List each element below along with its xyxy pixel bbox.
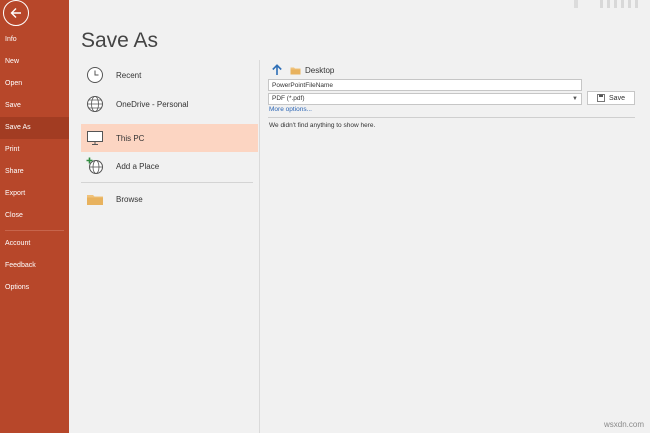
arrow-left-icon xyxy=(10,8,21,18)
page-title: Save As xyxy=(81,29,159,52)
nav-item-options[interactable]: Options xyxy=(0,277,69,299)
nav-item-save[interactable]: Save xyxy=(0,95,69,117)
folder-icon xyxy=(85,189,105,209)
nav-divider xyxy=(5,230,64,231)
location-browse[interactable]: Browse xyxy=(81,185,258,213)
clock-icon xyxy=(85,65,105,85)
location-recent[interactable]: Recent xyxy=(81,61,258,89)
pane-divider xyxy=(259,60,260,433)
save-button[interactable]: Save xyxy=(587,91,635,105)
nav-item-account[interactable]: Account xyxy=(0,233,69,255)
location-label: This PC xyxy=(116,133,145,143)
breadcrumb-desktop[interactable]: Desktop xyxy=(305,66,334,75)
nav-item-save-as[interactable]: Save As xyxy=(0,117,69,139)
more-options-link[interactable]: More options... xyxy=(269,106,312,113)
location-onedrive[interactable]: OneDrive - Personal xyxy=(81,90,258,118)
nav-item-export[interactable]: Export xyxy=(0,183,69,205)
location-label: OneDrive - Personal xyxy=(116,99,189,109)
window-decoration xyxy=(600,0,638,8)
nav-item-feedback[interactable]: Feedback xyxy=(0,255,69,277)
location-label: Add a Place xyxy=(116,161,160,171)
up-arrow-icon[interactable] xyxy=(270,63,284,77)
save-button-label: Save xyxy=(609,94,625,102)
floppy-disk-icon xyxy=(597,94,605,102)
filetype-value: PDF (*.pdf) xyxy=(272,95,305,102)
globe-icon xyxy=(85,94,105,114)
filename-input[interactable] xyxy=(268,79,582,91)
window-decoration xyxy=(574,0,578,8)
locations-divider xyxy=(81,182,253,183)
backstage-sidebar: Info New Open Save Save As Print Share E… xyxy=(0,0,69,433)
nav-item-info[interactable]: Info xyxy=(0,29,69,51)
file-list-rule xyxy=(268,117,635,118)
nav-item-new[interactable]: New xyxy=(0,51,69,73)
folder-icon xyxy=(290,67,301,75)
filetype-select[interactable]: PDF (*.pdf) ▼ xyxy=(268,93,582,105)
nav-item-print[interactable]: Print xyxy=(0,139,69,161)
nav-item-share[interactable]: Share xyxy=(0,161,69,183)
empty-file-list-message: We didn't find anything to show here. xyxy=(269,122,376,129)
chevron-down-icon: ▼ xyxy=(572,96,578,102)
nav-item-close[interactable]: Close xyxy=(0,205,69,227)
nav-item-open[interactable]: Open xyxy=(0,73,69,95)
watermark: wsxdn.com xyxy=(603,420,644,429)
location-label: Recent xyxy=(116,70,142,80)
location-add-place[interactable]: Add a Place xyxy=(81,152,258,180)
location-this-pc[interactable]: This PC xyxy=(81,124,258,152)
back-button[interactable] xyxy=(3,0,29,26)
computer-icon xyxy=(85,128,105,148)
add-place-icon xyxy=(85,156,105,176)
location-label: Browse xyxy=(116,194,143,204)
